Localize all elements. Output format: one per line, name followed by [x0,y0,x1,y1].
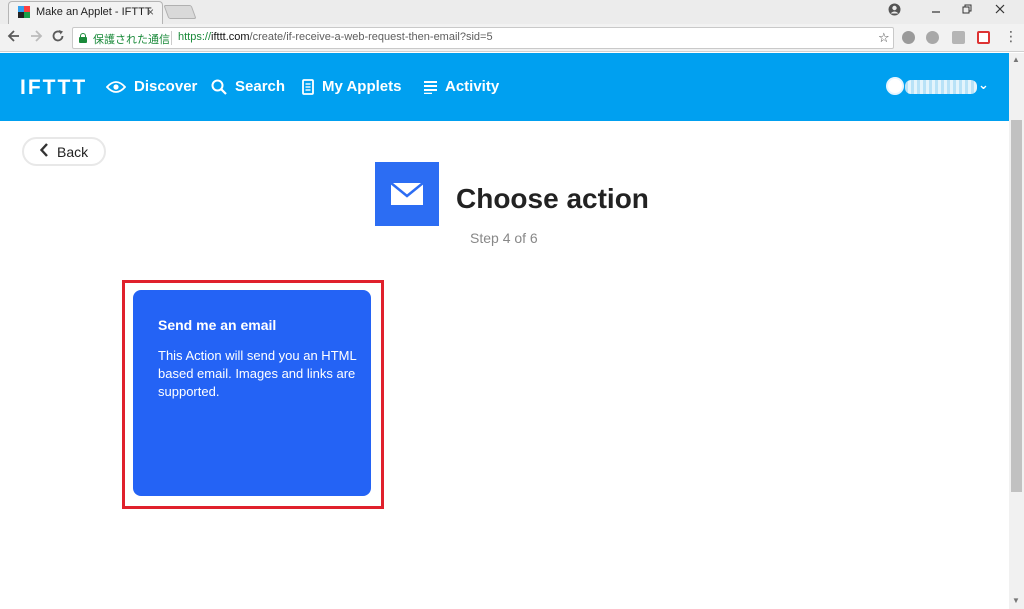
chevron-left-icon [39,143,48,161]
chevron-down-icon[interactable]: ⌄ [978,77,989,93]
scroll-thumb[interactable] [1011,120,1022,492]
browser-toolbar: 保護された通信 https://ifttt.com/create/if-rece… [0,24,1024,52]
browser-tab[interactable]: Make an Applet - IFTTT × [8,1,163,24]
document-icon [302,78,314,95]
page-title: Choose action [456,183,649,214]
tab-title: Make an Applet - IFTTT [36,6,152,18]
list-icon [424,80,437,94]
url-text[interactable]: https://ifttt.com/create/if-receive-a-we… [178,31,493,43]
nav-discover-label: Discover [134,78,198,95]
profile-icon[interactable] [888,3,901,19]
chrome-menu-icon[interactable]: ⋮ [1004,28,1018,44]
avatar[interactable] [886,77,904,95]
url-host: ifttt.com [211,31,250,43]
back-arrow-icon[interactable] [7,29,21,47]
nav-my-applets-label: My Applets [322,78,402,95]
bookmark-star-icon[interactable]: ☆ [878,30,890,46]
page-scrollbar[interactable]: ▲ ▼ [1009,53,1024,609]
new-tab-button[interactable] [163,5,197,19]
ifttt-header: IFTTT Discover Search My Applets Activit… [0,53,1009,121]
extension-pdf-icon[interactable] [952,31,965,44]
nav-activity[interactable]: Activity [424,78,499,95]
scroll-up-icon[interactable]: ▲ [1012,55,1020,64]
action-card-title: Send me an email [158,317,277,333]
ifttt-favicon-icon [18,6,30,18]
secure-connection-label: 保護された通信 [93,34,170,46]
back-button[interactable]: Back [22,137,106,166]
browser-tabstrip: Make an Applet - IFTTT × [0,0,1024,24]
nav-search[interactable]: Search [211,78,285,95]
eye-icon [106,80,126,93]
back-button-label: Back [57,144,89,160]
lock-icon [79,33,87,43]
tab-close-icon[interactable]: × [147,5,154,19]
extension-pocket-icon[interactable] [977,31,990,44]
scroll-down-icon[interactable]: ▼ [1012,596,1020,605]
action-card-description: This Action will send you an HTML based … [158,348,357,399]
url-scheme: https:// [178,31,212,43]
minimize-icon[interactable] [930,3,942,18]
url-separator [171,31,172,45]
nav-my-applets[interactable]: My Applets [302,78,401,95]
nav-discover[interactable]: Discover [106,78,197,95]
forward-arrow-icon[interactable] [29,29,43,47]
url-path: /create/if-receive-a-web-request-then-em… [249,31,493,43]
restore-icon[interactable] [961,3,973,18]
nav-search-label: Search [235,78,286,95]
extension-cloud-icon[interactable] [902,31,915,44]
ifttt-logo[interactable]: IFTTT [20,76,87,100]
send-email-action-card[interactable]: Send me an email This Action will send y… [133,290,371,496]
extension-chat-icon[interactable] [926,31,939,44]
address-bar[interactable]: 保護された通信 https://ifttt.com/create/if-rece… [72,27,894,49]
nav-activity-label: Activity [445,78,500,95]
search-icon [211,79,227,95]
reload-icon[interactable] [51,29,65,47]
step-indicator: Step 4 of 6 [470,230,538,246]
email-service-icon [375,162,439,226]
username-redacted[interactable] [905,80,977,94]
close-window-icon[interactable] [994,3,1006,18]
